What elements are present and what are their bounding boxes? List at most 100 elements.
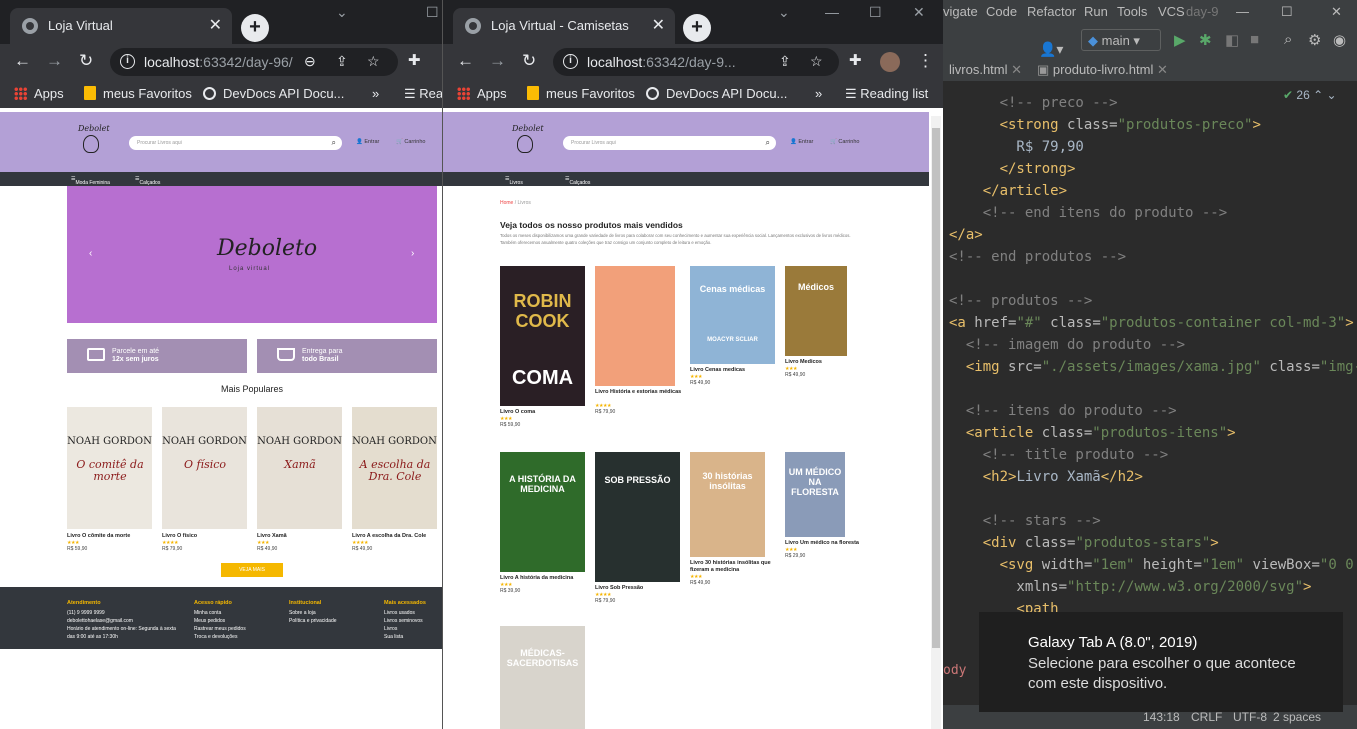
bookmark-devdocs[interactable]: DevDocs API Docu... xyxy=(646,86,787,101)
book-cover[interactable]: SOB PRESSÃO xyxy=(595,452,680,582)
tab-search-icon[interactable]: ⌄ xyxy=(778,4,790,21)
search-icon[interactable]: ⌕ xyxy=(766,138,770,148)
book-cover[interactable]: MÉDICAS-SACERDOTISAS xyxy=(500,626,585,729)
code-line[interactable]: <a href="#" class="produtos-container co… xyxy=(949,312,1354,334)
search-icon[interactable]: ⌕ xyxy=(1284,31,1292,48)
share-icon[interactable]: ⇪ xyxy=(779,53,791,70)
menu-kebab-icon[interactable]: ⋮ xyxy=(917,52,934,70)
code-line[interactable]: R$ 79,90 xyxy=(949,136,1083,158)
close-tab-icon[interactable]: ✕ xyxy=(652,15,665,35)
footer-link[interactable]: Política e privacidade xyxy=(289,617,337,625)
book-title[interactable]: Livro História e estorias médicas xyxy=(595,389,683,396)
back-icon[interactable]: ← xyxy=(14,52,31,70)
new-tab-button[interactable]: + xyxy=(241,14,269,42)
code-line[interactable]: <svg width="1em" height="1em" viewBox="0… xyxy=(949,554,1357,576)
search-input[interactable]: Procurar Livros aqui ⌕ xyxy=(129,136,342,150)
tab-loja-virtual[interactable]: Loja Virtual ✕ xyxy=(10,8,232,44)
book-cover[interactable]: A HISTÓRIA DA MEDICINA xyxy=(500,452,585,572)
info-icon[interactable]: i xyxy=(563,54,578,69)
book-title[interactable]: Livro O físico xyxy=(162,533,197,539)
footer-link[interactable]: debolettohaelase@gmail.com xyxy=(67,617,176,625)
code-editor[interactable]: ✔ 26 ⌃ ⌄ <!-- preco --> <strong class="p… xyxy=(943,82,1357,682)
tab-loja-camisetas[interactable]: Loja Virtual - Camisetas ✕ xyxy=(453,8,675,44)
book-cover[interactable] xyxy=(595,266,675,386)
menu-tools[interactable]: Tools xyxy=(1117,4,1147,19)
editor-tab-livros[interactable]: livros.html ✕ xyxy=(949,62,1022,78)
code-line[interactable]: <!-- end itens do produto --> xyxy=(949,202,1227,224)
bookmark-apps[interactable]: Apps xyxy=(457,86,507,101)
login-link[interactable]: 👤 Entrar xyxy=(356,139,379,145)
menu-item-calcados[interactable]: ☰ Calçados xyxy=(135,176,160,186)
book-title[interactable]: Livro Um médico na floresta xyxy=(785,540,873,547)
site-logo[interactable]: Debolet xyxy=(512,124,544,158)
share-icon[interactable]: ⇪ xyxy=(336,53,348,70)
tab-search-icon[interactable]: ⌄ xyxy=(336,4,348,21)
book-cover[interactable]: NOAH GORDON O físico xyxy=(162,407,247,529)
footer-link[interactable]: das 9:00 até as 17:30h xyxy=(67,633,176,641)
book-cover[interactable]: NOAH GORDON O comitê da morte xyxy=(67,407,152,529)
minimize-icon[interactable]: — xyxy=(1236,4,1249,19)
book-cover[interactable]: Cenas médicas MOACYR SCLIAR xyxy=(690,266,775,364)
book-title[interactable]: Livro O cômite da morte xyxy=(67,533,130,539)
code-line[interactable]: <h2>Livro Xamã</h2> xyxy=(949,466,1143,488)
indent[interactable]: 2 spaces xyxy=(1273,710,1321,724)
footer-link[interactable]: Minha conta xyxy=(194,609,246,617)
avatar[interactable] xyxy=(880,52,900,72)
book-title[interactable]: Livro A escolha da Dra. Cole xyxy=(352,533,426,539)
see-more-button[interactable]: VEJA MAIS xyxy=(221,563,283,577)
bookmark-folder-favoritos[interactable]: meus Favoritos xyxy=(84,86,192,101)
bookmark-star-icon[interactable]: ☆ xyxy=(810,53,823,70)
reading-list-icon[interactable]: ☰ Rea xyxy=(404,86,442,102)
coverage-icon[interactable]: ◧ xyxy=(1225,31,1239,49)
forward-icon[interactable]: → xyxy=(46,52,63,70)
carousel-prev-icon[interactable]: ‹ xyxy=(89,248,92,259)
new-tab-button[interactable]: + xyxy=(683,14,711,42)
code-line[interactable]: <!-- title produto --> xyxy=(949,444,1168,466)
footer-link[interactable]: (11) 9 9999 9999 xyxy=(67,609,176,617)
menu-code[interactable]: Code xyxy=(986,4,1017,19)
jetbrains-icon[interactable]: ◉ xyxy=(1333,31,1346,49)
run-icon[interactable]: ▶ xyxy=(1174,31,1186,49)
bookmark-devdocs[interactable]: DevDocs API Docu... xyxy=(203,86,344,101)
back-icon[interactable]: ← xyxy=(457,52,474,70)
info-icon[interactable]: i xyxy=(120,54,135,69)
branch-selector[interactable]: ◆ main ▾ xyxy=(1081,29,1161,51)
footer-link[interactable]: Troca e devoluções xyxy=(194,633,246,641)
code-line[interactable]: <img src="./assets/images/xama.jpg" clas… xyxy=(949,356,1357,378)
close-tab-icon[interactable]: ✕ xyxy=(209,15,222,35)
code-line[interactable]: </article> xyxy=(949,180,1067,202)
reload-icon[interactable]: ↻ xyxy=(522,52,536,70)
book-cover[interactable]: NOAH GORDON A escolha da Dra. Cole xyxy=(352,407,437,529)
code-line[interactable]: <!-- produtos --> xyxy=(949,290,1092,312)
menu-item-calcados[interactable]: ☰ Calçados xyxy=(565,176,590,186)
code-line[interactable]: <!-- itens do produto --> xyxy=(949,400,1177,422)
extensions-icon[interactable]: ✚ xyxy=(849,52,862,70)
book-title[interactable]: Livro A história da medicina xyxy=(500,575,588,582)
menu-item-moda-feminina[interactable]: ☰ Moda Feminina xyxy=(71,176,110,186)
menu-navigate[interactable]: vigate xyxy=(943,4,978,19)
bookmarks-overflow[interactable]: » xyxy=(372,86,379,101)
maximize-icon[interactable]: ☐ xyxy=(426,4,439,21)
bookmark-apps[interactable]: Apps xyxy=(14,86,64,101)
code-line[interactable]: <!-- end produtos --> xyxy=(949,246,1126,268)
address-bar[interactable]: i localhost:63342/day-96/ ⊖ ⇪ ☆ xyxy=(110,48,398,76)
search-input[interactable]: Procurar Livros aqui ⌕ xyxy=(563,136,776,150)
code-line[interactable]: <div class="produtos-stars"> xyxy=(949,532,1219,554)
breadcrumb-home[interactable]: Home xyxy=(500,200,513,206)
reading-list[interactable]: ☰ Reading list xyxy=(845,86,928,102)
site-logo[interactable]: Debolet xyxy=(78,124,110,158)
menu-refactor[interactable]: Refactor xyxy=(1027,4,1076,19)
footer-link[interactable]: Livros usados xyxy=(384,609,426,617)
stop-icon[interactable]: ■ xyxy=(1250,31,1259,48)
footer-link[interactable]: Livros xyxy=(384,625,426,633)
footer-link[interactable]: Rastrear meus pedidos xyxy=(194,625,246,633)
book-title[interactable]: Livro Xamã xyxy=(257,533,287,539)
code-line[interactable]: <!-- preco --> xyxy=(949,92,1118,114)
code-line[interactable]: <strong class="produtos-preco"> xyxy=(949,114,1261,136)
menu-vcs[interactable]: VCS xyxy=(1158,4,1185,19)
book-cover[interactable]: Médicos xyxy=(785,266,847,356)
settings-icon[interactable]: ⚙ xyxy=(1308,31,1321,49)
extensions-icon[interactable]: ✚ xyxy=(408,52,421,70)
book-cover[interactable]: ROBIN COOK COMA xyxy=(500,266,585,406)
close-window-icon[interactable]: ✕ xyxy=(1331,4,1342,20)
